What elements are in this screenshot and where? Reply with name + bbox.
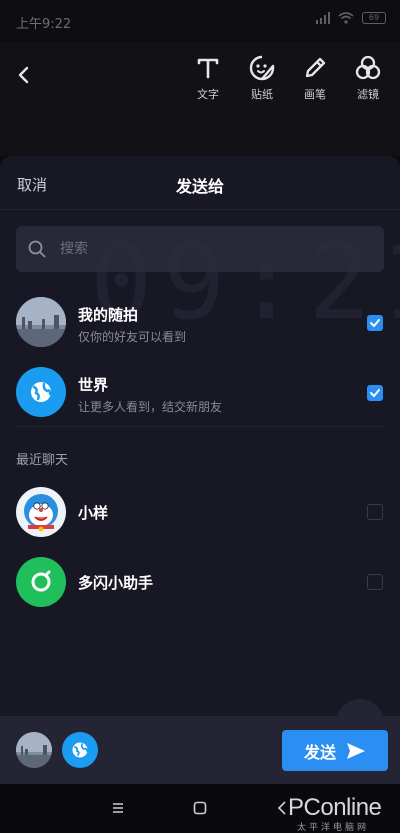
watermark-subtitle: 太平洋电脑网: [297, 823, 370, 833]
tool-sticker[interactable]: 贴纸: [240, 54, 284, 102]
send-button[interactable]: 发送: [282, 730, 388, 771]
selected-avatar-my-moments[interactable]: [16, 732, 52, 768]
editor-toolbar: 文字 贴纸 画笔 滤镜: [0, 42, 400, 156]
tool-text-label: 文字: [197, 88, 219, 101]
menu-button[interactable]: [108, 798, 128, 818]
back-button[interactable]: [12, 60, 36, 90]
send-label: 发送: [303, 742, 336, 762]
checkbox-checked[interactable]: [367, 385, 383, 401]
chat-row-xiaoyang[interactable]: 小样: [0, 476, 400, 546]
search-input[interactable]: [60, 241, 340, 257]
home-button[interactable]: [190, 798, 210, 818]
status-bar: 上午9:22 69: [0, 0, 400, 42]
selected-globe-icon[interactable]: [62, 732, 98, 768]
chevron-left-icon: [18, 66, 29, 84]
status-time: 上午9:22: [16, 17, 72, 32]
divider: [16, 426, 384, 427]
tool-sticker-label: 贴纸: [251, 88, 273, 101]
checkbox-unchecked[interactable]: [367, 574, 383, 590]
tool-pen[interactable]: 画笔: [293, 54, 337, 102]
signal-icon: [316, 12, 330, 24]
send-arrow-icon: [347, 742, 365, 759]
search-box[interactable]: [16, 226, 384, 272]
avatar: [16, 487, 66, 537]
battery-icon: 69: [362, 12, 386, 24]
watermark-logo: PConline: [288, 794, 382, 821]
target-row-world[interactable]: 世界 让更多人看到，结交新朋友: [0, 356, 400, 426]
assistant-icon: [16, 557, 66, 607]
checkbox-checked[interactable]: [367, 315, 383, 331]
target-name: 我的随拍: [78, 306, 139, 324]
sticker-icon: [249, 55, 275, 81]
sheet-title: 发送给: [175, 177, 224, 196]
send-to-sheet: 取消 发送给 09:21 我的随拍 仅你的好友可以看到: [0, 156, 400, 716]
system-nav-bar: PConline 太平洋电脑网: [0, 784, 400, 833]
tool-pen-label: 画笔: [304, 88, 326, 101]
target-subtitle: 让更多人看到，结交新朋友: [78, 400, 223, 414]
recent-chats-label: 最近聊天: [16, 453, 69, 468]
selection-bar: 发送: [0, 716, 400, 784]
tool-text[interactable]: 文字: [186, 54, 230, 102]
status-icons: 69: [316, 12, 386, 24]
avatar: [16, 297, 66, 347]
menu-icon: [113, 803, 123, 813]
globe-icon: [16, 367, 66, 417]
filter-icon: [355, 55, 381, 80]
home-icon: [193, 801, 207, 815]
target-subtitle: 仅你的好友可以看到: [78, 330, 187, 344]
chat-name: 多闪小助手: [78, 574, 154, 592]
tool-filter-label: 滤镜: [357, 88, 379, 101]
chat-row-assistant[interactable]: 多闪小助手: [0, 546, 400, 616]
target-row-my-moments[interactable]: 我的随拍 仅你的好友可以看到: [0, 286, 400, 356]
floating-button[interactable]: [336, 699, 384, 716]
target-name: 世界: [78, 376, 109, 394]
checkmark-icon: [370, 319, 380, 327]
tool-filter[interactable]: 滤镜: [346, 54, 390, 102]
chat-name: 小样: [78, 504, 109, 522]
checkbox-unchecked[interactable]: [367, 504, 383, 520]
checkmark-icon: [370, 389, 380, 397]
sheet-header: 取消 发送给: [0, 156, 400, 210]
search-icon: [28, 240, 46, 258]
pen-icon: [305, 57, 326, 78]
text-icon: [197, 58, 219, 79]
wifi-icon: [338, 12, 354, 24]
